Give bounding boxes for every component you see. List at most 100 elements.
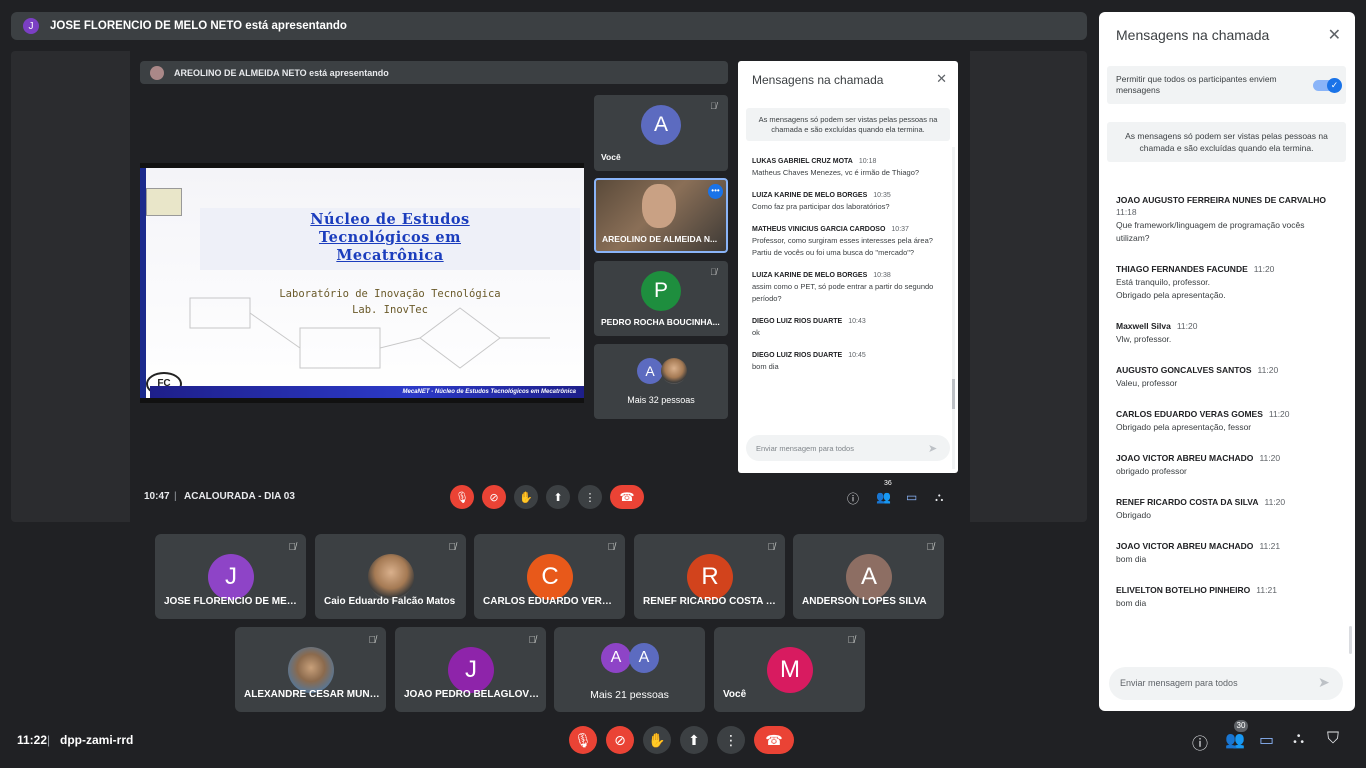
activities-button[interactable]: ⛬ — [1293, 730, 1304, 748]
message-author: JOAO VICTOR ABREU MACHADO — [1116, 541, 1254, 551]
message-author: LUIZA KARINE DE MELO BORGES — [752, 192, 868, 199]
mic-off-icon: 🎙 — [450, 485, 474, 509]
participant-name: ALEXANDRE CESAR MUNI... — [244, 689, 380, 700]
message-time: 10:38 — [873, 272, 891, 279]
chat-message-input[interactable]: Enviar mensagem para todos — [1109, 667, 1343, 700]
more-people-avatar: A — [601, 643, 631, 673]
chat-button[interactable]: ▭ — [1259, 730, 1274, 750]
slide-title-line2: Tecnológicos em — [318, 229, 461, 246]
allow-messages-setting: Permitir que todos os participantes envi… — [1107, 66, 1346, 104]
more-options-icon[interactable]: ••• — [708, 184, 723, 199]
message-author: RENEF RICARDO COSTA DA SILVA — [1116, 497, 1259, 507]
bottom-separator: | — [47, 733, 51, 747]
participant-name: Caio Eduardo Falcão Matos — [324, 596, 456, 607]
slide-title: Núcleo de Estudos Tecnológicos em Mecatr… — [200, 208, 580, 270]
camera-off-icon: ⊘ — [614, 731, 626, 748]
shared-meeting-name: ACALOURADA - DIA 03 — [184, 491, 295, 502]
participant-tile[interactable]: ALEXANDRE CESAR MUNI... 🎙̸ — [235, 627, 386, 712]
participant-tile[interactable]: R RENEF RICARDO COSTA D... 🎙̸ — [634, 534, 785, 619]
participant-tile[interactable]: Caio Eduardo Falcão Matos 🎙̸ — [315, 534, 466, 619]
message-time: 11:18 — [1116, 207, 1137, 217]
message-time: 11:20 — [1257, 365, 1279, 375]
people-button[interactable]: 👥 — [1225, 730, 1245, 750]
message-author: JOAO AUGUSTO FERREIRA NUNES DE CARVALHO — [1116, 195, 1327, 205]
close-chat-button[interactable]: ✕ — [1328, 25, 1341, 45]
chat-scrollbar[interactable] — [1349, 626, 1352, 654]
host-controls-button[interactable]: ⛉ — [1327, 730, 1339, 748]
activities-icon: ⛬ — [1293, 730, 1305, 747]
info-icon: ⓘ — [847, 492, 860, 506]
message-text: Está tranquilo, professor. Obrigado pela… — [1116, 277, 1226, 300]
shared-presenter-banner: AREOLINO DE ALMEIDA NETO está apresentan… — [140, 61, 728, 84]
presenter-banner: J JOSE FLORENCIO DE MELO NETO está apres… — [11, 12, 1087, 40]
camera-toggle-button[interactable]: ⊘ — [606, 726, 634, 754]
chat-message: Maxwell Silva 11:20 Vlw, professor. — [1116, 320, 1338, 346]
message-text: bom dia — [1116, 554, 1147, 564]
message-text: bom dia — [1116, 598, 1147, 608]
more-options-button[interactable]: ⋮ — [717, 726, 745, 754]
message-text: Obrigado — [1116, 510, 1151, 520]
shared-tile-avatar: A — [641, 105, 681, 145]
shared-chat-title: Mensagens na chamada — [752, 73, 884, 87]
chat-message: RENEF RICARDO COSTA DA SILVA 11:20 Obriga… — [1116, 496, 1338, 522]
message-author: AUGUSTO GONCALVES SANTOS — [1116, 365, 1252, 375]
message-author: ELIVELTON BOTELHO PINHEIRO — [1116, 585, 1251, 595]
shared-tile-more-people[interactable]: A Mais 32 pessoas — [594, 344, 728, 419]
participant-tile[interactable]: C CARLOS EDUARDO VERAS... 🎙̸ — [474, 534, 625, 619]
message-time: 11:20 — [1259, 453, 1281, 463]
participant-tile[interactable]: J JOSE FLORENCIO DE MEL... 🎙̸ — [155, 534, 306, 619]
message-text: Vlw, professor. — [1116, 334, 1172, 344]
message-time: 11:20 — [1176, 321, 1198, 331]
mic-toggle-button[interactable]: 🎙 — [569, 726, 597, 754]
more-people-tile[interactable]: A A Mais 21 pessoas — [554, 627, 705, 712]
chat-icon: ▭ — [906, 490, 918, 504]
shared-chat-messages: LUKAS GABRIEL CRUZ MOTA 10:18 Matheus Cha… — [752, 158, 947, 386]
message-author: DIEGO LUIZ RIOS DUARTE — [752, 318, 843, 325]
more-people-photo — [661, 358, 687, 384]
leave-call-button[interactable]: ☎ — [754, 726, 794, 754]
participant-avatar: M — [767, 647, 813, 693]
self-tile[interactable]: M Você 🎙̸ — [714, 627, 865, 712]
message-text: obrigado professor — [1116, 466, 1187, 476]
present-button[interactable]: ⬆ — [680, 726, 708, 754]
more-options-icon: ⋮ — [578, 485, 602, 509]
shared-tile-label: PEDRO ROCHA BOUCINHA... — [601, 317, 720, 327]
message-text: assim como o PET, só pode entrar a parti… — [752, 282, 934, 303]
shared-tile-video-presenter[interactable]: AREOLINO DE ALMEIDA N... ••• — [594, 178, 728, 253]
participant-name: ANDERSON LOPES SILVA — [802, 596, 927, 607]
shared-presenter-avatar — [150, 65, 164, 80]
raise-hand-icon: ✋ — [514, 485, 538, 509]
participant-tile[interactable]: J JOAO PEDRO BELAGLOVI... 🎙̸ — [395, 627, 546, 712]
participant-name: Você — [723, 689, 747, 700]
send-message-button[interactable]: ➤ — [1318, 674, 1330, 691]
more-people-avatar: A — [637, 358, 663, 384]
shield-icon: ⛉ — [1327, 730, 1340, 747]
message-time: 10:45 — [848, 352, 866, 359]
shared-chat-input: Enviar mensagem para todos — [746, 435, 950, 461]
raise-hand-button[interactable]: ✋ — [643, 726, 671, 754]
participant-tile[interactable]: A ANDERSON LOPES SILVA 🎙̸ — [793, 534, 944, 619]
presenter-avatar: J — [23, 18, 39, 34]
message-author: THIAGO FERNANDES FACUNDE — [1116, 264, 1248, 274]
clock: 11:22 — [17, 733, 48, 747]
check-icon[interactable]: ✓ — [1327, 78, 1342, 93]
chat-message: AUGUSTO GONCALVES SANTOS 11:20 Valeu, pro… — [1116, 364, 1338, 390]
meeting-code[interactable]: dpp-zami-rrd — [60, 733, 133, 747]
present-screen-icon: ⬆ — [546, 485, 570, 509]
chat-message: DIEGO LUIZ RIOS DUARTE 10:45 bom dia — [752, 352, 947, 373]
message-time: 11:20 — [1264, 497, 1286, 507]
participant-name: JOAO PEDRO BELAGLOVI... — [404, 689, 540, 700]
message-text: Obrigado pela apresentação, fessor — [1116, 422, 1252, 432]
participant-avatar: J — [448, 647, 494, 693]
meeting-details-button[interactable]: ⓘ — [1192, 730, 1208, 754]
shared-presenter-banner-text: AREOLINO DE ALMEIDA NETO está apresentan… — [174, 67, 389, 78]
slide-footer: MecaNET - Núcleo de Estudos Tecnológicos… — [150, 386, 584, 398]
message-time: 10:18 — [858, 158, 877, 165]
participant-avatar: R — [687, 554, 733, 600]
message-text: Que framework/linguagem de programação v… — [1116, 220, 1305, 243]
mic-off-icon: 🎙̸ — [448, 542, 457, 553]
circuit-diagram-background — [189, 297, 550, 369]
message-text: Valeu, professor — [1116, 378, 1178, 388]
shared-tile-pedro[interactable]: P PEDRO ROCHA BOUCINHA... 🎙̸ — [594, 261, 728, 336]
shared-tile-you[interactable]: A Você 🎙̸ — [594, 95, 728, 171]
